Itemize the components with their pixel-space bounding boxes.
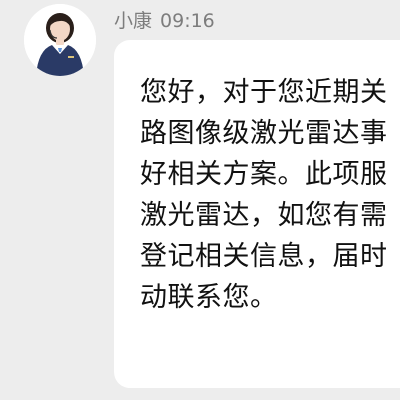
message-line: 激光雷达，如您有需 <box>140 200 388 231</box>
message-time: 09:16 <box>160 10 215 32</box>
message-line: 动联系您。 <box>140 282 278 313</box>
message-bubble[interactable]: 您好，对于您近期关 路图像级激光雷达事 好相关方案。此项服 激光雷达，如您有需 … <box>114 40 400 388</box>
message-line: 登记相关信息，届时 <box>140 241 388 272</box>
chat-screen: 小康 09:16 您好，对于您近期关 路图像级激光雷达事 好相关方案。此项服 激光… <box>0 0 400 400</box>
customer-service-agent-icon <box>24 4 96 76</box>
message-text: 您好，对于您近期关 路图像级激光雷达事 好相关方案。此项服 激光雷达，如您有需 … <box>140 72 400 318</box>
sender-avatar[interactable] <box>24 4 96 76</box>
message-line: 您好，对于您近期关 <box>140 77 388 108</box>
message-line: 好相关方案。此项服 <box>140 159 388 190</box>
message-line: 路图像级激光雷达事 <box>140 118 388 149</box>
message-meta: 小康 09:16 <box>114 9 215 33</box>
sender-name: 小康 <box>114 10 153 32</box>
